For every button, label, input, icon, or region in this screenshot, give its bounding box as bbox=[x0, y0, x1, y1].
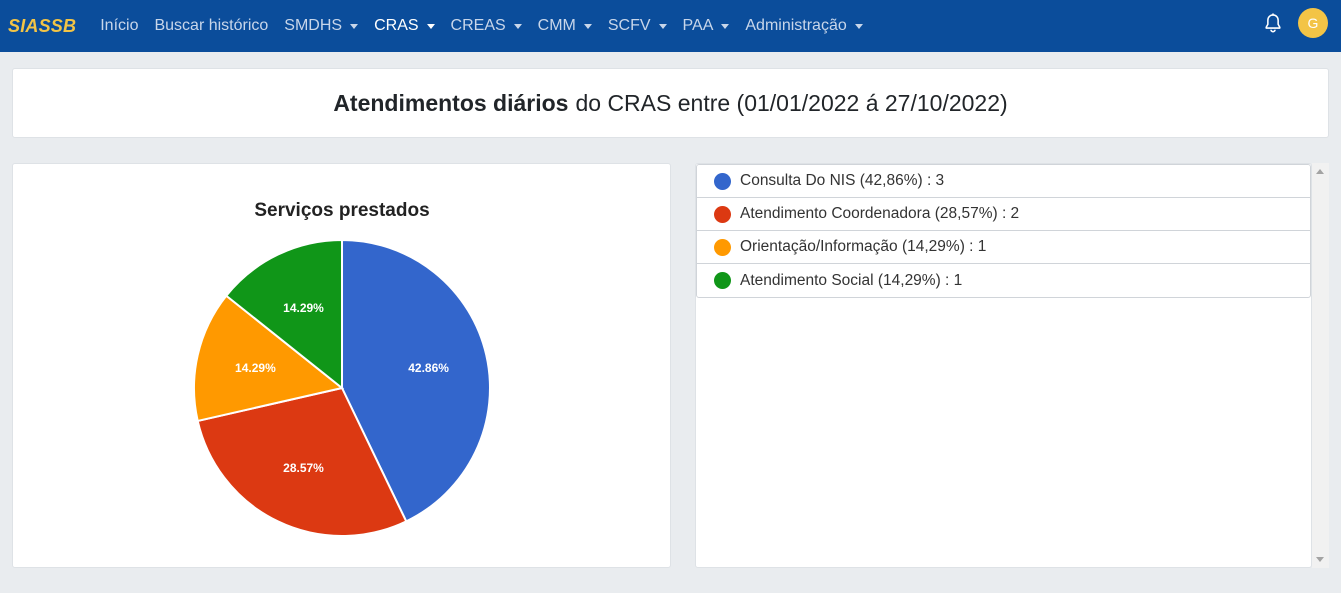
legend-color-dot-icon bbox=[714, 172, 731, 190]
nav-item-scfv[interactable]: SCFV bbox=[608, 17, 667, 35]
caret-down-icon bbox=[583, 23, 592, 29]
nav-item-inicio[interactable]: Início bbox=[100, 17, 138, 35]
caret-down-icon bbox=[350, 23, 359, 29]
nav-item-administracao[interactable]: Administração bbox=[745, 17, 863, 35]
legend-item-label: Atendimento Social (14,29%) : 1 bbox=[740, 271, 963, 289]
page-title-card: Atendimentos diários do CRAS entre (01/0… bbox=[12, 68, 1329, 138]
nav-item-label: SCFV bbox=[607, 17, 651, 34]
nav-item-creas[interactable]: CREAS bbox=[451, 17, 522, 35]
caret-down-icon bbox=[513, 23, 522, 29]
legend-item-label: Orientação/Informação (14,29%) : 1 bbox=[740, 238, 987, 255]
nav-right-group: G bbox=[1262, 8, 1328, 38]
nav-item-cras[interactable]: CRAS bbox=[374, 17, 435, 35]
pie-slice-label: 28.57% bbox=[283, 461, 324, 475]
scroll-up-arrow-icon[interactable] bbox=[1316, 169, 1324, 174]
nav-item-paa[interactable]: PAA bbox=[683, 17, 730, 35]
nav-item-label: CMM bbox=[537, 17, 576, 34]
nav-item-label: Administração bbox=[745, 17, 847, 34]
page-title-rest: do CRAS entre (01/01/2022 á 27/10/2022) bbox=[575, 89, 1008, 116]
legend-color-dot-icon bbox=[714, 272, 731, 289]
caret-down-icon bbox=[426, 23, 435, 29]
nav-item-label: CREAS bbox=[450, 17, 506, 34]
legend-panel: Consulta Do NIS (42,86%) : 3 Atendimento … bbox=[695, 163, 1312, 568]
page-title-bold: Atendimentos diários bbox=[333, 89, 569, 116]
nav-item-cmm[interactable]: CMM bbox=[538, 17, 592, 35]
legend-item[interactable]: Consulta Do NIS (42,86%) : 3 bbox=[697, 165, 1310, 198]
nav-item-label: Buscar histórico bbox=[154, 17, 269, 34]
pie-chart: Serviços prestados 42.86% 28.57% 14.29% 14.… bbox=[193, 200, 491, 537]
vertical-scrollbar[interactable] bbox=[1312, 163, 1329, 568]
pie-chart-card: Serviços prestados 42.86% 28.57% 14.29% 14.… bbox=[12, 163, 671, 568]
legend-item[interactable]: Atendimento Social (14,29%) : 1 bbox=[697, 264, 1310, 297]
top-navbar: SIASSB Início Buscar histórico SMDHS CRAS CR… bbox=[0, 0, 1341, 52]
brand-logo[interactable]: SIASSB bbox=[8, 16, 76, 37]
nav-item-label: SMDHS bbox=[284, 17, 343, 34]
pie-slice-label: 14.29% bbox=[235, 361, 276, 375]
legend-color-dot-icon bbox=[714, 238, 731, 256]
legend-item[interactable]: Atendimento Coordenadora (28,57%) : 2 bbox=[697, 198, 1310, 231]
nav-item-buscar-historico[interactable]: Buscar histórico bbox=[154, 17, 268, 35]
bell-icon[interactable] bbox=[1262, 12, 1284, 34]
caret-down-icon bbox=[721, 23, 730, 29]
nav-item-label: CRAS bbox=[374, 17, 419, 34]
chart-title: Serviços prestados bbox=[254, 200, 429, 221]
scroll-down-arrow-icon[interactable] bbox=[1316, 557, 1324, 562]
legend-item-label: Atendimento Coordenadora (28,57%) : 2 bbox=[740, 205, 1020, 222]
legend-color-dot-icon bbox=[714, 205, 731, 223]
legend-item[interactable]: Orientação/Informação (14,29%) : 1 bbox=[697, 231, 1310, 264]
legend-list: Consulta Do NIS (42,86%) : 3 Atendimento … bbox=[696, 164, 1311, 298]
user-avatar[interactable]: G bbox=[1298, 8, 1328, 38]
nav-menu: Início Buscar histórico SMDHS CRAS CREAS CMM S… bbox=[100, 17, 879, 35]
pie-slice-label: 14.29% bbox=[283, 301, 324, 315]
pie-slices bbox=[193, 238, 491, 537]
legend-item-label: Consulta Do NIS (42,86%) : 3 bbox=[740, 172, 945, 189]
caret-down-icon bbox=[854, 23, 863, 29]
nav-item-smdhs[interactable]: SMDHS bbox=[284, 17, 359, 35]
nav-item-label: Início bbox=[100, 17, 139, 34]
nav-item-label: PAA bbox=[682, 17, 714, 34]
pie-slice-label: 42.86% bbox=[408, 361, 449, 375]
caret-down-icon bbox=[658, 23, 667, 29]
